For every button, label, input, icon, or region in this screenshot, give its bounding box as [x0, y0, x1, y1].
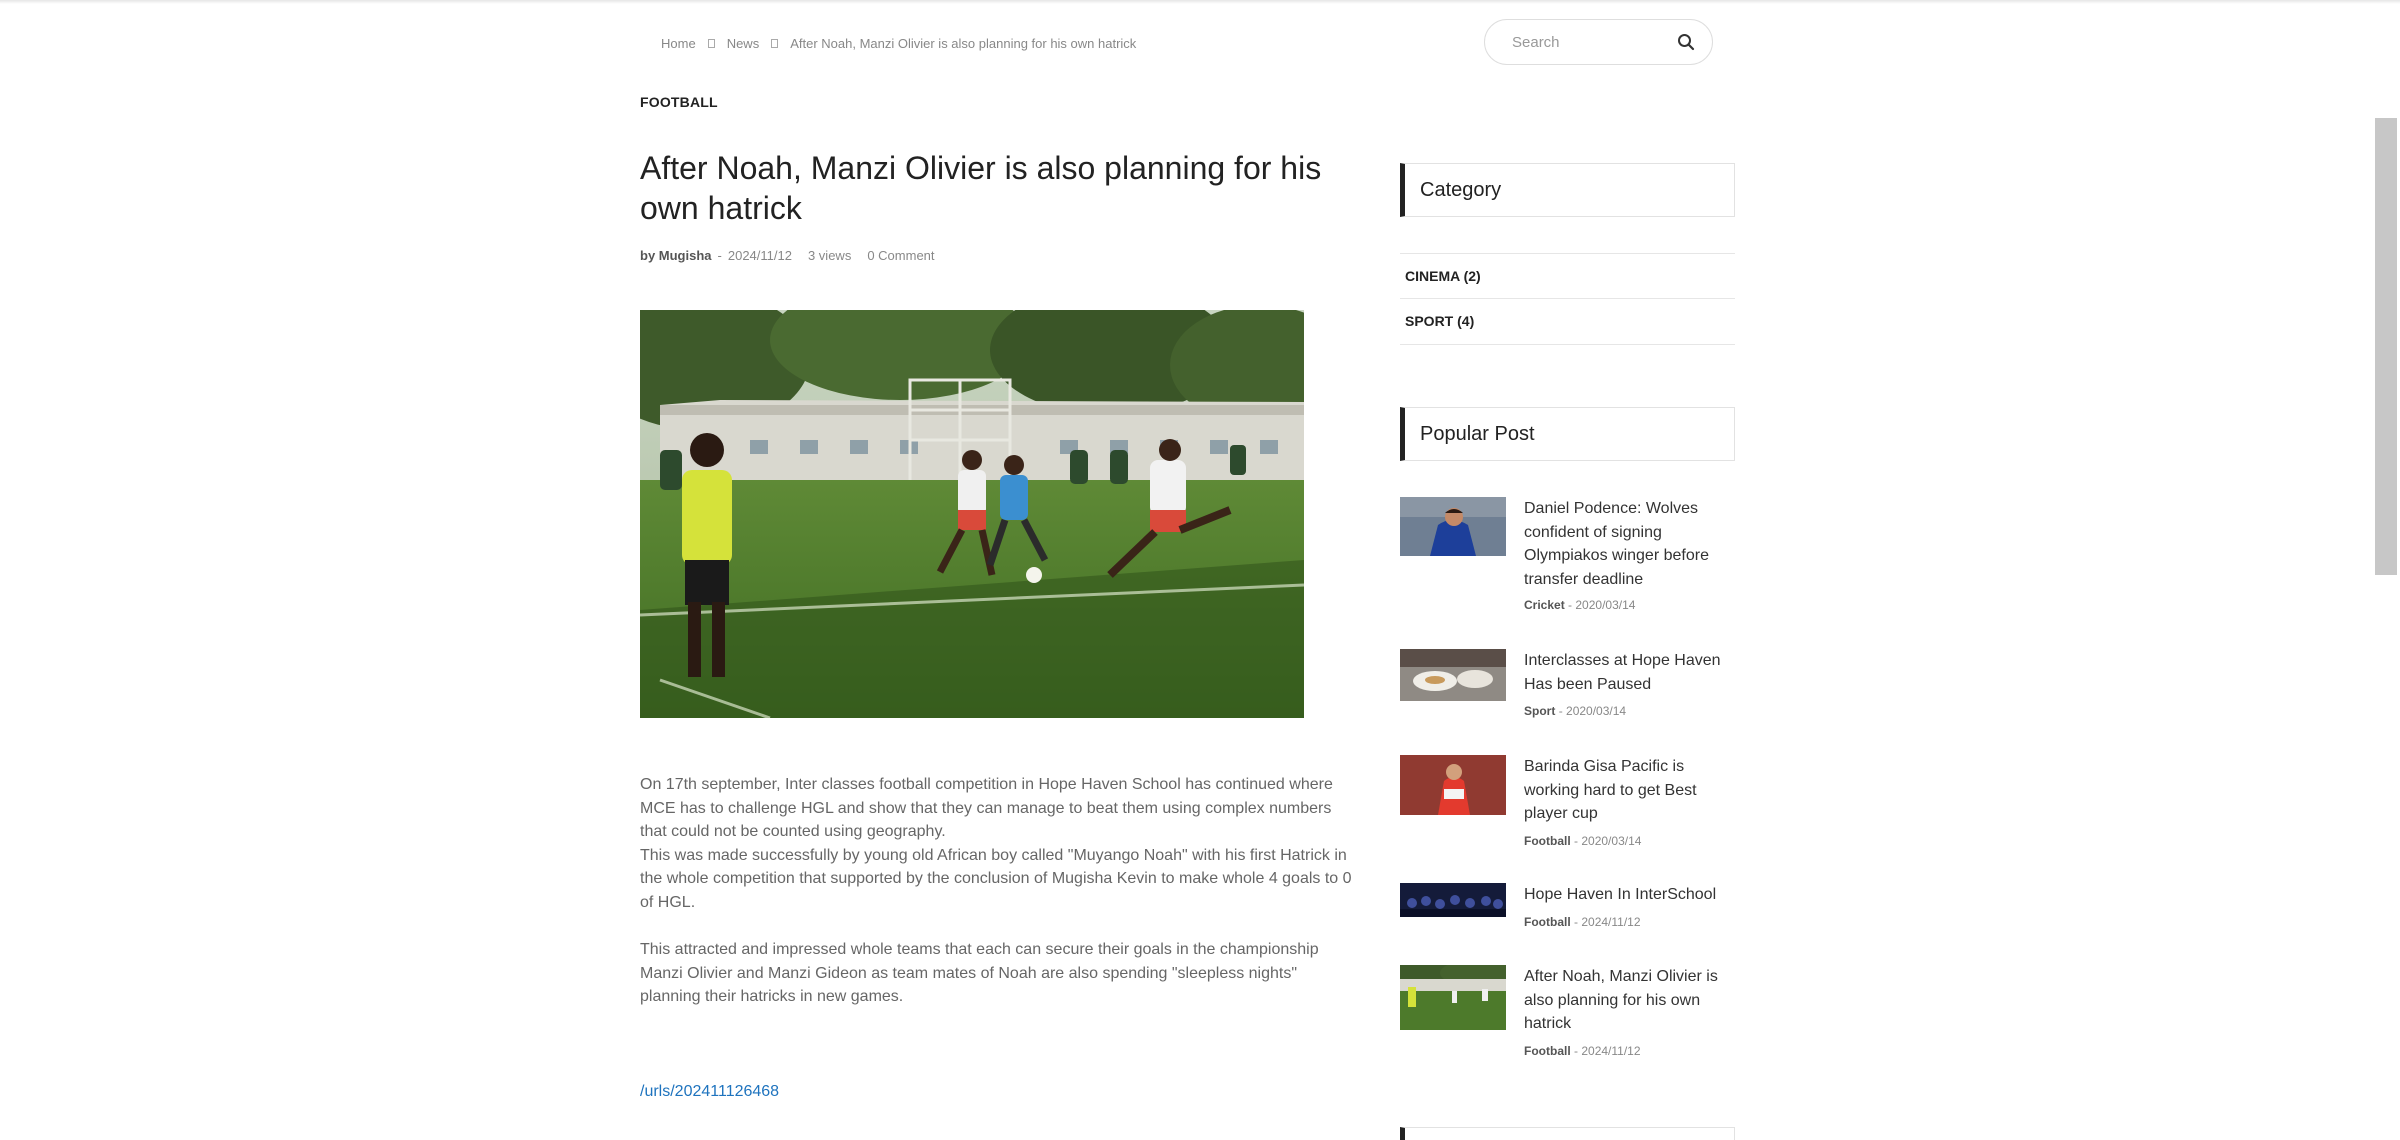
breadcrumb-news-link[interactable]: News — [727, 36, 760, 51]
popular-post-item[interactable]: Hope Haven In InterSchool Football - 202… — [1400, 883, 1735, 933]
meta-separator: - — [717, 248, 722, 263]
post-meta: Sport - 2020/03/14 — [1524, 704, 1626, 718]
popular-post-item[interactable]: Barinda Gisa Pacific is working hard to … — [1400, 755, 1735, 855]
meta-separator: - — [1558, 704, 1567, 718]
post-thumbnail[interactable] — [1400, 497, 1506, 556]
popular-post-item[interactable]: Interclasses at Hope Haven Has been Paus… — [1400, 649, 1735, 724]
article-author[interactable]: by Mugisha — [640, 248, 712, 263]
article-paragraph: This attracted and impressed whole teams… — [640, 941, 1319, 1006]
category-item-sport[interactable]: SPORT (4) — [1400, 298, 1735, 343]
breadcrumb-home-link[interactable]: Home — [661, 36, 696, 51]
post-date: 2020/03/14 — [1581, 834, 1642, 848]
search-box — [1484, 19, 1713, 65]
post-thumbnail[interactable] — [1400, 649, 1506, 701]
post-title[interactable]: Daniel Podence: Wolves confident of sign… — [1524, 497, 1734, 591]
post-category[interactable]: Football — [1524, 834, 1571, 848]
article-paragraph-line: This was made successfully by young old … — [640, 846, 1352, 911]
popular-post-widget-heading: Popular Post — [1400, 407, 1735, 461]
post-meta: Football - 2024/11/12 — [1524, 1044, 1641, 1058]
breadcrumb-current: After Noah, Manzi Olivier is also planni… — [790, 35, 1137, 51]
post-date: 2024/11/12 — [1581, 1044, 1641, 1058]
post-meta: Football - 2020/03/14 — [1524, 834, 1641, 848]
article-comments[interactable]: 0 Comment — [867, 248, 934, 263]
post-title[interactable]: Barinda Gisa Pacific is working hard to … — [1524, 755, 1734, 826]
post-thumbnail[interactable] — [1400, 883, 1506, 917]
article-url-link[interactable]: /urls/202411126468 — [640, 1083, 779, 1101]
article-title: After Noah, Manzi Olivier is also planni… — [640, 150, 1322, 226]
post-date: 2020/03/14 — [1575, 598, 1636, 612]
category-divider — [1400, 344, 1735, 345]
post-thumbnail[interactable] — [1400, 965, 1506, 1030]
search-input[interactable] — [1485, 33, 1655, 51]
post-meta: Football - 2024/11/12 — [1524, 915, 1641, 929]
article-views: 3 views — [807, 248, 852, 263]
post-date: 2020/03/14 — [1566, 704, 1627, 718]
article-paragraph-line: On 17th september, Inter classes footbal… — [640, 776, 1333, 841]
breadcrumb: Home News After Noah, Manzi Olivier is a… — [661, 34, 1136, 52]
post-category[interactable]: Sport — [1524, 704, 1555, 718]
post-category[interactable]: Football — [1524, 915, 1571, 929]
post-category[interactable]: Football — [1524, 1044, 1571, 1058]
article-body: On 17th september, Inter classes footbal… — [640, 773, 1356, 1033]
post-category[interactable]: Cricket — [1524, 598, 1565, 612]
search-icon[interactable] — [1677, 33, 1695, 51]
breadcrumb-separator-icon — [771, 38, 779, 48]
post-title[interactable]: Interclasses at Hope Haven Has been Paus… — [1524, 649, 1734, 696]
category-item-cinema[interactable]: CINEMA (2) — [1400, 253, 1735, 298]
popular-post-item[interactable]: Daniel Podence: Wolves confident of sign… — [1400, 497, 1735, 617]
post-title[interactable]: After Noah, Manzi Olivier is also planni… — [1524, 965, 1734, 1036]
article-meta: by Mugisha - 2024/11/12 3 views 0 Commen… — [640, 248, 935, 263]
popular-post-item[interactable]: After Noah, Manzi Olivier is also planni… — [1400, 965, 1735, 1065]
top-shadow — [0, 0, 2400, 4]
article-featured-image — [640, 310, 1304, 718]
article-date: 2024/11/12 — [727, 248, 792, 263]
article-category[interactable]: FOOTBALL — [640, 94, 718, 110]
post-meta: Cricket - 2020/03/14 — [1524, 598, 1635, 612]
next-widget-heading — [1400, 1127, 1735, 1140]
breadcrumb-separator-icon — [707, 38, 715, 48]
post-thumbnail[interactable] — [1400, 755, 1506, 815]
post-title[interactable]: Hope Haven In InterSchool — [1524, 883, 1734, 907]
page-scrollbar-thumb[interactable] — [2375, 118, 2397, 575]
article-paragraph: On 17th september, Inter classes footbal… — [640, 773, 1356, 915]
category-widget-heading: Category — [1400, 163, 1735, 217]
post-date: 2024/11/12 — [1581, 915, 1641, 929]
